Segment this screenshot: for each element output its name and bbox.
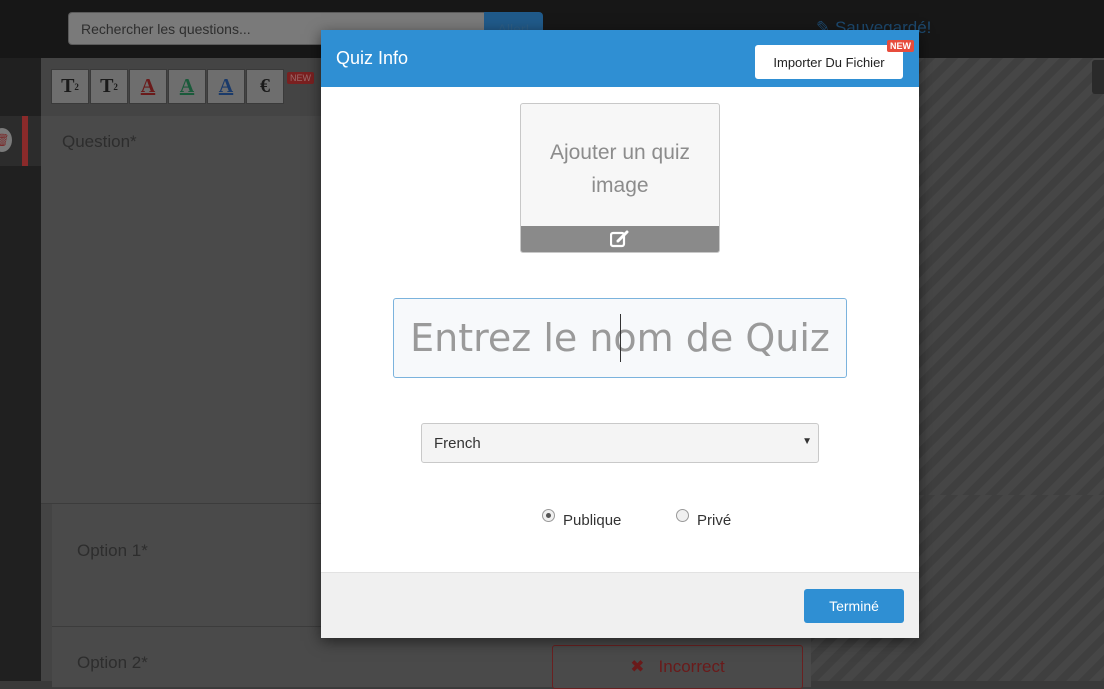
radio-private[interactable] [676,509,689,522]
incorrect-toggle-button[interactable]: ✖ Incorrect [552,645,803,689]
visibility-public-option[interactable]: Publique [542,509,622,529]
toolbar-new-badge: NEW [287,72,314,84]
modal-title: Quiz Info [336,48,409,68]
language-value: French [434,434,481,452]
visibility-public-label: Publique [563,512,622,529]
subscript-glyph: T [100,75,114,97]
quiz-info-modal: Quiz Info Importer Du Fichier NEW Ajoute… [321,30,919,638]
import-new-badge: NEW [887,40,914,52]
superscript-glyph: T [61,75,75,97]
quiz-image-upload[interactable]: Ajouter un quiz image [520,103,720,253]
close-icon: ✖ [630,657,645,676]
text-caret [620,314,621,362]
euro-symbol-button[interactable]: € [246,69,284,104]
format-toolbar: T2 T2 A A A € [51,69,285,104]
incorrect-label: Incorrect [658,657,725,676]
radio-public[interactable] [542,509,555,522]
question-label: Question* [62,132,137,151]
text-color-blue-button[interactable]: A [207,69,245,104]
done-button[interactable]: Terminé [804,589,904,623]
text-color-red-button[interactable]: A [129,69,167,104]
superscript-button[interactable]: T2 [51,69,89,104]
dropdown-arrow-icon: ▼ [802,436,812,447]
active-question-indicator [22,116,28,166]
visibility-private-label: Privé [697,512,732,529]
visibility-private-option[interactable]: Privé [676,509,732,529]
language-select[interactable]: French ▼ [421,423,819,463]
option-1-label: Option 1* [77,541,148,560]
modal-footer: Terminé [321,572,919,638]
import-from-file-button[interactable]: Importer Du Fichier [755,45,903,79]
subscript-button[interactable]: T2 [90,69,128,104]
text-color-green-button[interactable]: A [168,69,206,104]
panel-collapse-button[interactable] [1092,60,1104,94]
modal-header: Quiz Info Importer Du Fichier NEW [321,30,919,87]
image-edit-bar[interactable] [521,226,719,252]
option-2-label: Option 2* [77,653,148,672]
edit-icon [610,230,629,248]
image-upload-label: Ajouter un quiz image [549,141,691,197]
